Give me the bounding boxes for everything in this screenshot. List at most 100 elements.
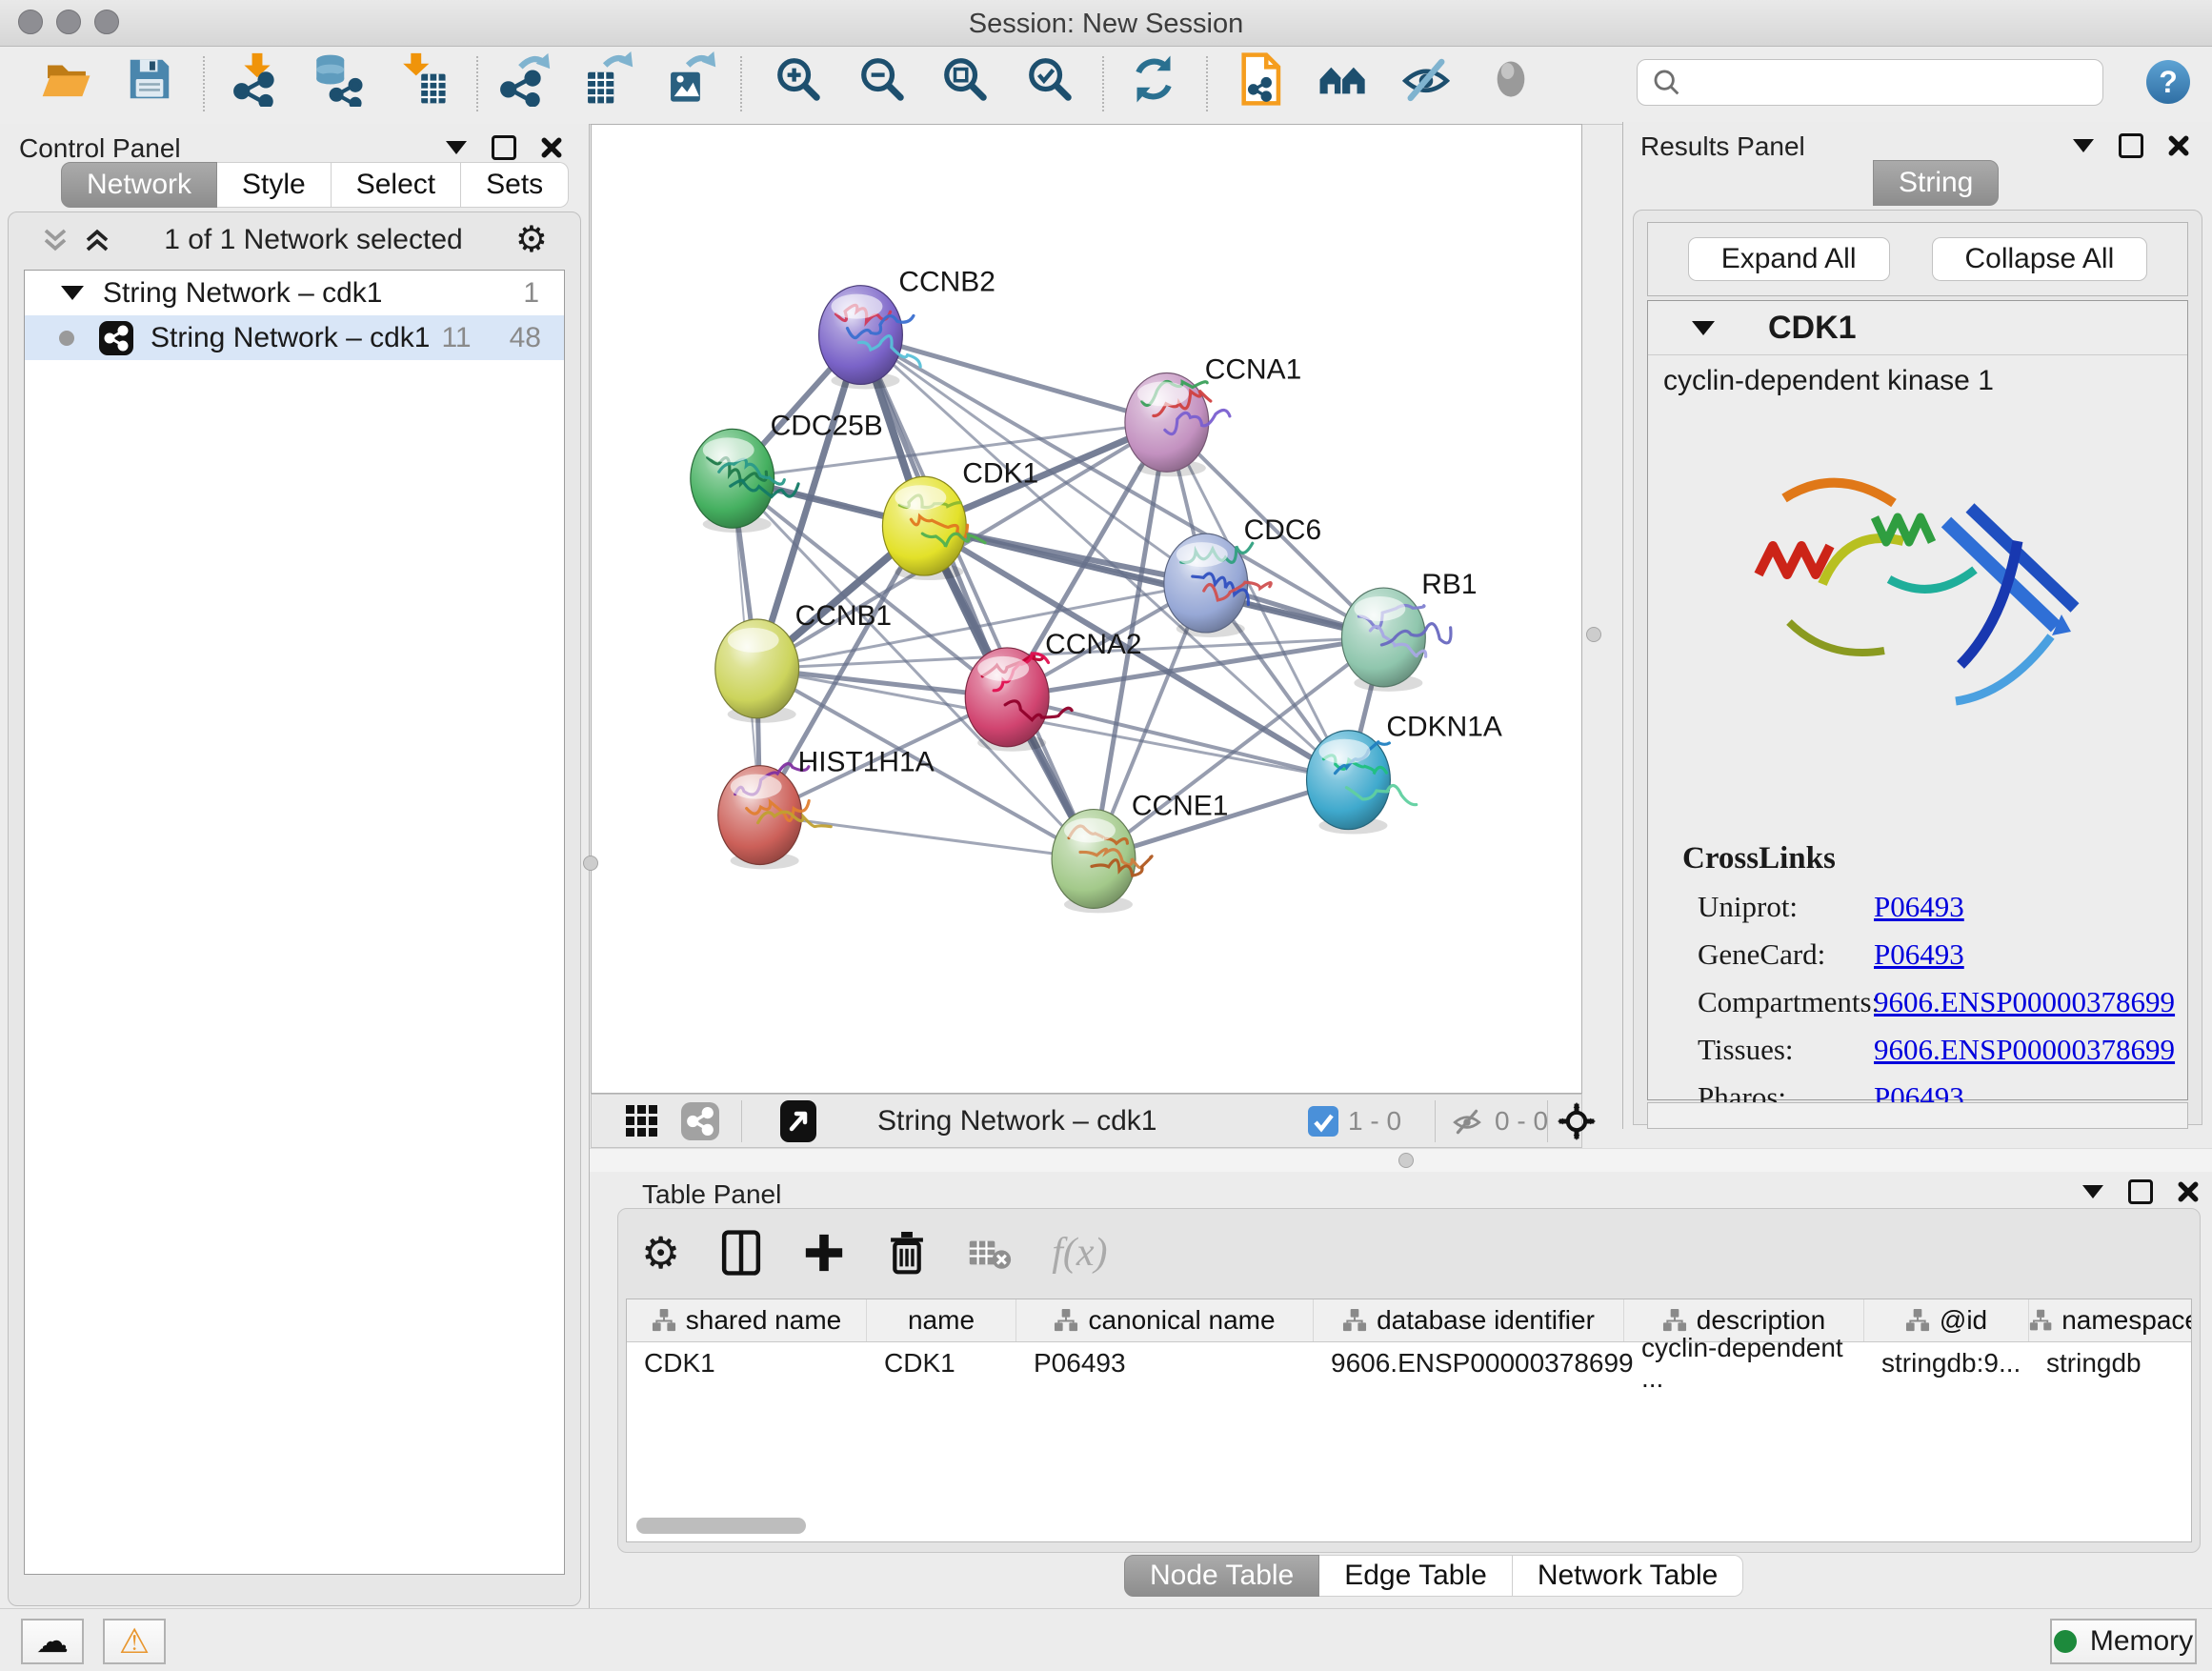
network-node-CCNB1[interactable]: [715, 619, 799, 723]
export-image-button[interactable]: [659, 49, 720, 110]
network-node-CCNA1[interactable]: [1125, 372, 1230, 476]
add-column-icon[interactable]: [802, 1231, 846, 1275]
collapse-all-icon[interactable]: [41, 228, 70, 252]
tab-network-table[interactable]: Network Table: [1513, 1555, 1744, 1597]
refresh-layout-button[interactable]: [1123, 49, 1184, 110]
preview-eye-button[interactable]: [1480, 49, 1541, 110]
open-session-button[interactable]: [36, 49, 97, 110]
crosslinks-title: CrossLinks: [1682, 841, 2187, 876]
show-columns-icon[interactable]: [720, 1229, 762, 1277]
column-header-name[interactable]: name: [867, 1299, 1016, 1341]
table-hscrollbar-thumb[interactable]: [636, 1518, 806, 1534]
cloud-status-button[interactable]: ☁: [21, 1619, 84, 1664]
tab-style[interactable]: Style: [217, 162, 332, 208]
network-view-toolbar: String Network – cdk1 1 - 0 0 - 0: [591, 1094, 1582, 1148]
results-scrollbar-track[interactable]: [1647, 1102, 2188, 1129]
import-network-file-button[interactable]: [227, 49, 288, 110]
zoom-selected-button[interactable]: [1019, 49, 1080, 110]
import-table-file-button[interactable]: [392, 49, 453, 110]
network-node-label: RB1: [1421, 569, 1477, 600]
toolbar-separator: [476, 56, 478, 111]
collapse-all-button[interactable]: Collapse All: [1932, 237, 2148, 281]
column-tree-icon: [2029, 1308, 2052, 1333]
help-button[interactable]: ?: [2146, 60, 2190, 104]
tab-node-table[interactable]: Node Table: [1124, 1555, 1319, 1597]
network-node-CDK1[interactable]: [882, 476, 985, 580]
delete-table-icon[interactable]: [968, 1236, 1012, 1270]
table-options-gear-icon[interactable]: ⚙: [641, 1231, 680, 1275]
delete-column-trash-icon[interactable]: [886, 1229, 928, 1277]
panel-menu-button[interactable]: [446, 141, 467, 154]
panel-float-button[interactable]: [492, 135, 516, 160]
tab-network[interactable]: Network: [61, 162, 217, 208]
hidden-indicator[interactable]: 0 - 0: [1449, 1101, 1548, 1141]
tab-select[interactable]: Select: [332, 162, 461, 208]
hide-unhide-button[interactable]: [1396, 49, 1457, 110]
zoom-out-button[interactable]: [852, 49, 913, 110]
panel-float-button[interactable]: [2119, 133, 2143, 158]
open-in-new-window-button[interactable]: [780, 1101, 816, 1141]
tab-edge-table[interactable]: Edge Table: [1319, 1555, 1513, 1597]
network-options-gear-icon[interactable]: ⚙: [515, 222, 548, 258]
left-splitter-handle[interactable]: [583, 856, 598, 871]
crosslink-value-link[interactable]: 9606.ENSP00000378699: [1874, 985, 2175, 1019]
network-node-label: HIST1H1A: [798, 747, 935, 778]
right-splitter-handle[interactable]: [1586, 627, 1601, 642]
panel-menu-button[interactable]: [2082, 1185, 2103, 1198]
crosslink-value-link[interactable]: P06493: [1874, 890, 1964, 924]
network-node-HIST1H1A[interactable]: [718, 764, 831, 870]
tab-sets[interactable]: Sets: [461, 162, 569, 208]
collapse-triangle-icon[interactable]: [61, 286, 84, 300]
birdseye-view-button[interactable]: [1558, 1101, 1596, 1141]
new-table-button[interactable]: [576, 49, 637, 110]
zoom-in-button[interactable]: [768, 49, 829, 110]
crosslink-value-link[interactable]: 9606.ENSP00000378699: [1874, 1033, 2175, 1067]
save-session-button[interactable]: [119, 49, 180, 110]
search-input[interactable]: [1691, 63, 2102, 103]
network-node-CDC6[interactable]: [1164, 534, 1271, 637]
import-network-database-button[interactable]: [307, 49, 368, 110]
network-canvas[interactable]: CCNB2CCNA1CDC25BCDK1CDC6RB1CCNB1CCNA2CDK…: [591, 124, 1582, 1094]
export-network-button[interactable]: [1229, 49, 1290, 110]
network-node-CCNA2[interactable]: [965, 648, 1072, 752]
network-node-CDKN1A[interactable]: [1307, 731, 1417, 835]
memory-button[interactable]: Memory: [2050, 1619, 2197, 1664]
column-header-shared-name[interactable]: shared name: [627, 1299, 867, 1341]
table-row[interactable]: CDK1CDK1P064939606.ENSP00000378699cyclin…: [627, 1342, 2191, 1384]
splitter-handle[interactable]: [1398, 1153, 1414, 1168]
network-view-button[interactable]: [681, 1101, 719, 1141]
network-node-RB1[interactable]: [1341, 588, 1451, 692]
warnings-button[interactable]: ⚠: [103, 1619, 166, 1664]
network-collection-row[interactable]: String Network – cdk1 1: [25, 271, 564, 315]
edge-count: 48: [510, 322, 541, 354]
panel-close-icon[interactable]: [2168, 135, 2189, 156]
network-view-title: String Network – cdk1: [877, 1101, 1156, 1141]
expand-all-button[interactable]: Expand All: [1688, 237, 1890, 281]
grid-view-button[interactable]: [624, 1101, 660, 1141]
network-row-selected[interactable]: String Network – cdk1 11 48: [25, 315, 564, 360]
app-window: Session: New Session: [0, 0, 2212, 1671]
table-tabs: Node TableEdge TableNetwork Table: [1124, 1555, 1743, 1597]
panel-close-icon[interactable]: [2178, 1181, 2199, 1202]
crosslink-value-link[interactable]: P06493: [1874, 937, 1964, 972]
string-app-button[interactable]: [1313, 49, 1374, 110]
new-network-button[interactable]: [493, 49, 554, 110]
column-header--id[interactable]: @id: [1864, 1299, 2029, 1341]
column-header-namespace[interactable]: namespace: [2029, 1299, 2192, 1341]
column-header-canonical-name[interactable]: canonical name: [1016, 1299, 1314, 1341]
selected-indicator[interactable]: 1 - 0: [1308, 1101, 1401, 1141]
zoom-fit-button[interactable]: [935, 49, 995, 110]
string-results-container: Expand All Collapse All CDK1 cyclin-depe…: [1633, 210, 2202, 1125]
expand-all-icon[interactable]: [83, 228, 111, 252]
window-title: Session: New Session: [0, 9, 2212, 40]
network-edge-CCNB2-CCNE1[interactable]: [860, 335, 1094, 859]
panel-close-icon[interactable]: [541, 137, 562, 158]
panel-menu-button[interactable]: [2073, 139, 2094, 152]
function-builder-button[interactable]: f(x): [1052, 1230, 1107, 1276]
column-header-database-identifier[interactable]: database identifier: [1314, 1299, 1624, 1341]
collapse-gene-triangle-icon[interactable]: [1692, 321, 1715, 335]
panel-float-button[interactable]: [2128, 1179, 2153, 1204]
tab-string[interactable]: String: [1873, 160, 1999, 206]
network-node-label: CCNB1: [795, 600, 892, 632]
control-panel: Control Panel NetworkStyleSelectSets 1 o…: [0, 124, 590, 1608]
